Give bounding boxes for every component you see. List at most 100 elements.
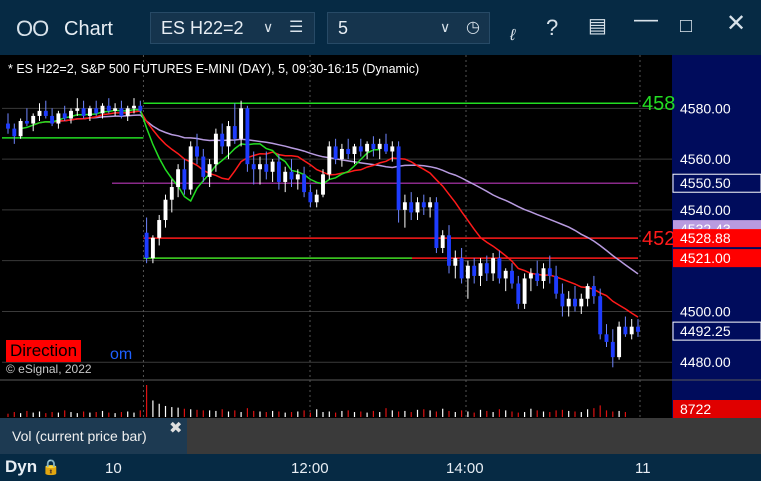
candle-body [327,146,332,175]
candle-body [358,146,363,152]
candle-body [24,121,29,124]
candle-body [144,232,149,259]
candle-body [239,108,244,139]
candle-body [516,283,521,304]
candle-body [478,263,483,276]
candle-body [352,146,357,155]
candle-body [447,235,451,266]
candle-body [510,270,514,284]
candle-body [119,108,124,116]
candle-body [629,326,634,335]
candle-body [491,258,496,274]
candle-body [289,171,294,180]
candle-body [579,298,584,307]
candle-body [195,146,199,157]
candle-body [113,108,118,111]
candle-body [617,326,622,358]
candle-body [201,156,206,177]
lock-icon[interactable]: 🔒 [42,459,61,476]
candle-body [163,199,168,221]
candle-body [75,108,80,111]
volume-axis-footer [672,418,761,454]
candle-body [43,110,48,116]
direction-label-tail: om [110,346,133,363]
candle-body [132,105,136,109]
candle-body [188,146,193,190]
candle-body [610,341,615,358]
maximize-icon[interactable]: □ [680,16,692,36]
candle-body [106,105,111,111]
candle-body [81,108,86,116]
candle-body [150,237,155,259]
candle-body [226,126,231,147]
symbol-selector[interactable]: ES H22=2 ∨ ☰ [150,12,315,44]
close-icon[interactable]: ✕ [726,12,746,36]
price-tag-label: 4521.00 [680,250,731,266]
candle-body [428,202,433,208]
candle-body [94,108,99,114]
clock-icon[interactable]: ◷ [466,17,480,37]
symbol-value: ES H22=2 [161,18,244,38]
time-label: 12:00 [291,460,329,477]
minimize-icon[interactable]: — [634,8,658,32]
candle-body [497,258,502,279]
template-icon[interactable]: ▤ [588,16,607,36]
candle-body [560,293,565,307]
candle-body [87,108,92,116]
candle-body [566,298,571,307]
candle-body [573,298,577,307]
candle-body [251,164,256,170]
candle-body [421,202,426,208]
candle-body [440,235,445,248]
candle-body [283,171,288,182]
price-tick-label: 4480.00 [680,354,731,370]
candle-body [18,121,23,137]
candle-body [339,148,344,160]
list-icon[interactable]: ☰ [289,17,303,37]
candle-body [302,174,307,193]
candle-body [591,286,596,297]
candle-body [245,108,250,165]
window-titlebar: OO Chart ES H22=2 ∨ ☰ 5 ∨ ◷ ℓ ? ▤ — □ ✕ [0,0,761,55]
interval-selector[interactable]: 5 ∨ ◷ [327,12,490,44]
price-tag-label: 4550.50 [680,175,731,191]
candle-body [176,169,181,188]
help-icon[interactable]: ? [546,17,558,39]
candle-body [314,194,319,203]
link-icon[interactable]: ℓ [510,26,515,46]
candle-body [484,263,489,274]
volume-panel-empty [187,418,673,454]
chevron-down-icon[interactable]: ∨ [440,19,450,36]
candle-body [554,275,559,294]
candle-body [585,286,590,299]
candle-body [276,161,281,182]
candle-body [377,143,382,149]
candle-body [69,110,73,119]
direction-label[interactable]: Direction [6,340,82,362]
candle-body [365,143,370,152]
ma-green-line [20,108,380,203]
candle-body [636,326,640,332]
price-tag-label: 4492.25 [680,323,731,339]
candle-body [396,146,401,210]
ma-purple-line [45,114,639,275]
dyn-label[interactable]: Dyn 🔒 [5,457,61,477]
candle-body [503,270,508,279]
candle-body [56,113,61,124]
candle-body [623,326,628,335]
candle-body [125,108,130,116]
candle-body [270,161,275,172]
time-label: 14:00 [446,460,484,477]
candle-body [346,148,351,155]
candle-body [472,265,477,276]
chevron-down-icon[interactable]: ∨ [263,19,273,36]
volume-panel-label: Vol (current price bar) [12,428,147,444]
candle-body [169,187,174,200]
level-line-label: 458 [642,93,675,115]
candle-body [535,273,540,281]
candle-body [258,164,262,170]
price-tag-label: 4528.88 [680,230,731,246]
close-icon[interactable]: ✖ [169,418,182,438]
candle-body [50,115,55,124]
chart-header: * ES H22=2, S&P 500 FUTURES E-MINI (DAY)… [8,62,420,76]
